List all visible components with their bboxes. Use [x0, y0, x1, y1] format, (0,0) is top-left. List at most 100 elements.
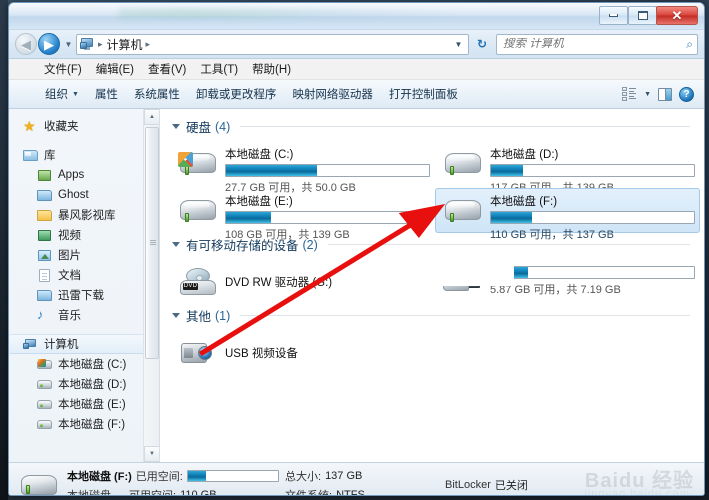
sidebar-item-3[interactable]: Ghost — [9, 185, 159, 205]
drive-usage-fill — [491, 212, 532, 223]
sidebar-item-13[interactable]: 本地磁盘 (E:) — [9, 394, 159, 414]
sidebar-item-label: 本地磁盘 (F:) — [58, 419, 126, 431]
sidebar-item-label: 文档 — [58, 270, 81, 282]
search-input[interactable] — [503, 38, 687, 50]
collapse-triangle-icon[interactable] — [172, 242, 180, 247]
menu-item-edit[interactable]: 编辑(E) — [89, 60, 141, 78]
drive-capacity-text: 110 GB 可用，共 137 GB — [490, 229, 614, 241]
drive-tile[interactable]: DVD DVD RW 驱动器 (G:) — [170, 259, 435, 304]
details-total-size-value: 137 GB — [325, 469, 363, 482]
drive-icon — [19, 470, 61, 495]
sidebar-item-5[interactable]: 视频 — [9, 225, 159, 245]
star-icon: ★ — [23, 117, 36, 134]
group-header[interactable]: 硬盘 (4) — [170, 117, 704, 136]
forward-button[interactable]: ▶ — [38, 33, 60, 55]
close-button[interactable]: ✕ — [656, 6, 698, 25]
sidebar-item-0[interactable]: ★ 收藏夹 — [9, 116, 159, 136]
file-list-pane[interactable]: 硬盘 (4) 本地磁盘 (C:) 27.7 GB 可用，共 50.0 GB 本地磁盘 (… — [160, 109, 704, 462]
drive-groups: 硬盘 (4) 本地磁盘 (C:) 27.7 GB 可用，共 50.0 GB 本地磁盘 (… — [170, 117, 704, 377]
toolbar-open-control-panel-button[interactable]: 打开控制面板 — [381, 84, 466, 104]
details-columns: 本地磁盘 (F:) 已用空间: 本地磁盘 可用空间: 110 GB 总大小: 1… — [67, 468, 696, 495]
drive-tile-text: 5.87 GB 可用，共 7.19 GB — [490, 263, 695, 297]
back-button[interactable]: ◀ — [15, 33, 37, 55]
drive-tile[interactable]: 本地磁盘 (F:) 110 GB 可用，共 137 GB — [435, 188, 700, 241]
address-dropdown-button[interactable]: ▼ — [451, 35, 466, 54]
collapse-triangle-icon[interactable] — [172, 124, 180, 129]
drive-tile[interactable]: 本地磁盘 (D:)117 GB 可用，共 139 GB — [435, 141, 700, 194]
view-dropdown-caret-icon[interactable]: ▼ — [644, 91, 651, 98]
sidebar-item-9[interactable]: ♪ 音乐 — [9, 305, 159, 325]
sidebar-item-label: 库 — [44, 150, 56, 162]
toolbar-organize-label: 组织 — [45, 89, 68, 101]
change-view-icon[interactable] — [622, 87, 637, 101]
chevron-down-icon: ▼ — [149, 451, 155, 457]
nav-scrollbar[interactable]: ▲ ▼ — [143, 109, 159, 462]
group-count: (4) — [215, 119, 231, 134]
sidebar-item-11[interactable]: 本地磁盘 (C:) — [9, 354, 159, 374]
drive-tile[interactable]: 本地磁盘 (E:) 108 GB 可用，共 139 GB — [170, 188, 435, 241]
scrollbar-thumb[interactable] — [145, 127, 159, 359]
sidebar-item-10[interactable]: 计算机 — [9, 334, 147, 354]
drive-capacity-text: 5.87 GB 可用，共 7.19 GB — [490, 284, 621, 296]
drive-tile[interactable]: 本地磁盘 (C:) 27.7 GB 可用，共 50.0 GB — [170, 141, 435, 194]
drive-name: USB 视频设备 — [225, 348, 298, 360]
hdd-icon — [37, 417, 53, 432]
hdd-icon — [37, 377, 53, 392]
details-pane: 本地磁盘 (F:) 已用空间: 本地磁盘 可用空间: 110 GB 总大小: 1… — [9, 462, 704, 495]
dvd-drive-icon: DVD — [177, 262, 221, 302]
maximize-button[interactable] — [628, 6, 657, 25]
breadcrumb-separator[interactable]: ▸ — [145, 39, 153, 50]
library-icon — [23, 148, 39, 163]
sidebar-item-8[interactable]: 迅雷下载 — [9, 285, 159, 305]
sidebar-item-label: Apps — [58, 169, 85, 181]
sidebar-item-12[interactable]: 本地磁盘 (D:) — [9, 374, 159, 394]
drive-capacity-text: 108 GB 可用，共 139 GB — [225, 229, 350, 241]
navigation-list: ★ 收藏夹库 Apps Ghost 暴风影视库 视频 图片 文档 迅雷下载 ♪ 音乐 计算机 本地磁盘 … — [9, 109, 159, 434]
search-box[interactable]: ⌕ — [496, 33, 698, 55]
sidebar-item-2[interactable]: Apps — [9, 165, 159, 185]
scroll-down-button[interactable]: ▼ — [144, 446, 159, 462]
sidebar-item-1[interactable]: 库 — [9, 145, 159, 165]
breadcrumb-separator-leading: ▸ — [98, 38, 103, 49]
back-arrow-icon: ◀ — [21, 36, 31, 52]
toolbar-properties-button[interactable]: 属性 — [87, 84, 126, 104]
menu-bar: 文件(F) 编辑(E) 查看(V) 工具(T) 帮助(H) — [9, 59, 704, 80]
sidebar-item-label: 收藏夹 — [44, 121, 79, 133]
help-icon[interactable]: ? — [679, 86, 694, 102]
collapse-triangle-icon[interactable] — [172, 313, 180, 318]
menu-item-help[interactable]: 帮助(H) — [245, 60, 298, 78]
title-bar[interactable]: ✕ — [9, 3, 704, 30]
minimize-button[interactable] — [599, 6, 628, 25]
group-header[interactable]: 其他 (1) — [170, 306, 704, 325]
recent-pages-button[interactable]: ▼ — [62, 33, 75, 55]
toolbar-organize-button[interactable]: 组织 ▼ — [37, 84, 87, 104]
drive-tile[interactable]: USB 视频设备 — [170, 330, 435, 375]
menu-item-tools[interactable]: 工具(T) — [193, 60, 245, 78]
occluding-white-box — [431, 261, 514, 286]
sidebar-item-14[interactable]: 本地磁盘 (F:) — [9, 414, 159, 434]
drive-usage-bar — [490, 266, 695, 279]
scroll-up-button[interactable]: ▲ — [144, 109, 159, 125]
menu-item-file[interactable]: 文件(F) — [37, 60, 89, 78]
toolbar-map-network-drive-button[interactable]: 映射网络驱动器 — [284, 84, 381, 104]
group-title: 硬盘 — [186, 121, 212, 135]
chevron-up-icon: ▲ — [149, 114, 155, 120]
breadcrumb-computer[interactable]: 计算机 — [105, 36, 145, 53]
sidebar-item-6[interactable]: 图片 — [9, 245, 159, 265]
hdd-icon — [177, 192, 221, 232]
address-field[interactable]: ▸ 计算机 ▸ ▼ — [76, 33, 469, 55]
preview-pane-icon[interactable] — [658, 87, 672, 101]
explorer-window: ✕ ◀ ▶ ▼ ▸ 计算机 ▸ ▼ ↻ ⌕ — [8, 2, 705, 496]
drive-name: DVD RW 驱动器 (G:) — [225, 277, 333, 289]
sidebar-item-label: 暴风影视库 — [58, 210, 116, 222]
drive-name: 本地磁盘 (F:) — [490, 196, 558, 208]
toolbar-uninstall-program-button[interactable]: 卸载或更改程序 — [188, 84, 285, 104]
hdd-icon — [442, 192, 486, 232]
refresh-button[interactable]: ↻ — [472, 34, 492, 55]
details-total-size-label: 总大小: — [285, 470, 322, 483]
nav-gap — [9, 325, 159, 334]
sidebar-item-7[interactable]: 文档 — [9, 265, 159, 285]
sidebar-item-4[interactable]: 暴风影视库 — [9, 205, 159, 225]
toolbar-system-properties-button[interactable]: 系统属性 — [126, 84, 188, 104]
menu-item-view[interactable]: 查看(V) — [141, 60, 193, 78]
